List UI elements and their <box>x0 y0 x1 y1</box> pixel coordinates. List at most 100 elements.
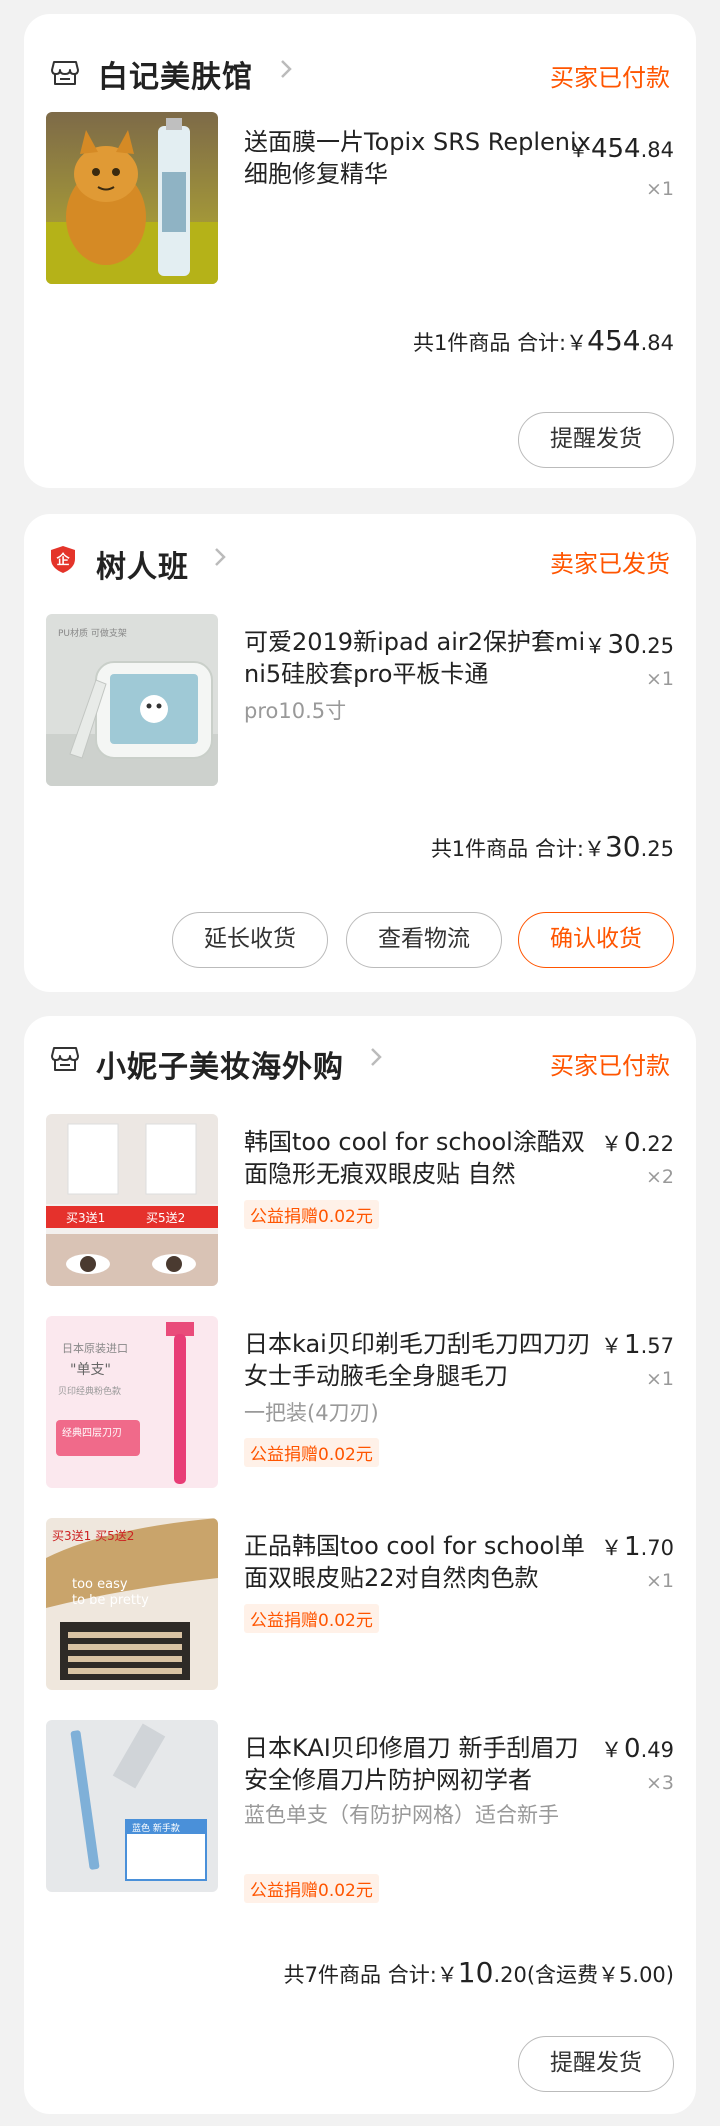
view-logistics-button[interactable]: 查看物流 <box>346 912 502 968</box>
price-integer: 454 <box>590 134 641 164</box>
svg-text:贝印经典粉色款: 贝印经典粉色款 <box>58 1385 121 1397</box>
product-quantity: ×2 <box>645 1166 674 1188</box>
product-title[interactable]: 韩国too cool for school涂酷双面隐形无痕双眼皮贴 自然 <box>244 1126 594 1190</box>
price-integer: 0 <box>624 1128 641 1158</box>
product-sku: pro10.5寸 <box>244 699 347 723</box>
price-decimal: .22 <box>640 1132 674 1156</box>
summary-count: 共1件商品 <box>430 837 529 861</box>
summary-decimal: .20 <box>493 1963 527 1987</box>
product-sku: 蓝色单支（有防护网格）适合新手 <box>244 1803 559 1827</box>
summary-count: 共7件商品 <box>283 1963 382 1987</box>
price-decimal: .70 <box>640 1536 674 1560</box>
price-integer: 1 <box>624 1532 641 1562</box>
currency-symbol: ￥ <box>601 1132 623 1156</box>
order-item[interactable]: 买3送1 买5送2 韩国too cool for school涂酷双面隐形无痕双… <box>24 1114 696 1294</box>
svg-text:经典四层刀刃: 经典四层刀刃 <box>62 1426 122 1439</box>
price-integer: 0 <box>624 1734 641 1764</box>
order-item[interactable]: 日本原装进口 "单支" 贝印经典粉色款 经典四层刀刃 日本kai贝印剃毛刀刮毛刀… <box>24 1316 696 1496</box>
currency-symbol: ￥ <box>566 331 588 355</box>
remind-ship-button[interactable]: 提醒发货 <box>518 2036 674 2092</box>
shop-header[interactable]: 白记美肤馆 买家已付款 <box>24 14 696 104</box>
order-summary: 共7件商品 合计:￥10.20(含运费￥5.00) <box>284 1956 674 1989</box>
remind-ship-button[interactable]: 提醒发货 <box>518 412 674 468</box>
shop-header[interactable]: 企 树人班 卖家已发货 <box>24 514 696 604</box>
svg-text:PU材质 可做支架: PU材质 可做支架 <box>58 627 127 639</box>
svg-text:too easy: too easy <box>72 1577 128 1592</box>
product-sku: 一把装(4刀刃) <box>244 1401 379 1425</box>
product-image[interactable]: 蓝色 新手款 <box>46 1720 218 1892</box>
product-quantity: ×1 <box>645 668 674 690</box>
product-price: ￥0.22 <box>601 1128 674 1158</box>
shop-name[interactable]: 小妮子美妆海外购 <box>96 1042 344 1086</box>
summary-integer: 454 <box>587 324 641 357</box>
product-price: ￥454.84 <box>568 134 674 164</box>
order-card[interactable]: 白记美肤馆 买家已付款 送面膜一片Topix SRS Replenix 细胞修复… <box>24 14 696 488</box>
product-price: ￥1.70 <box>601 1532 674 1562</box>
summary-label: 合计: <box>387 1963 437 1987</box>
summary-label: 合计: <box>517 331 567 355</box>
confirm-receipt-button[interactable]: 确认收货 <box>518 912 674 968</box>
shop-name[interactable]: 树人班 <box>96 542 189 586</box>
summary-integer: 10 <box>457 1956 494 1989</box>
product-quantity: ×3 <box>645 1772 674 1794</box>
product-title[interactable]: 送面膜一片Topix SRS Replenix 细胞修复精华 <box>244 126 594 190</box>
product-quantity: ×1 <box>645 178 674 200</box>
svg-text:买3送1: 买3送1 <box>66 1210 105 1225</box>
order-item[interactable]: 蓝色 新手款 日本KAI贝印修眉刀 新手刮眉刀安全修眉刀片防护网初学者 蓝色单支… <box>24 1720 696 1940</box>
product-image[interactable]: 买3送1 买5送2 too easy to be pretty <box>46 1518 218 1690</box>
order-summary: 共1件商品 合计:￥454.84 <box>413 324 674 357</box>
order-item[interactable]: PU材质 可做支架 可爱2019新ipad air2保护套mini5硅胶套pro… <box>24 614 696 794</box>
chevron-right-icon <box>215 548 226 566</box>
product-image[interactable]: 买3送1 买5送2 <box>46 1114 218 1286</box>
shop-name[interactable]: 白记美肤馆 <box>98 52 253 96</box>
svg-text:企: 企 <box>55 552 70 568</box>
price-decimal: .25 <box>640 634 674 658</box>
order-status: 卖家已发货 <box>550 550 670 578</box>
svg-text:"单支": "单支" <box>70 1362 111 1378</box>
price-integer: 30 <box>607 630 641 660</box>
enterprise-badge-icon: 企 <box>51 546 75 573</box>
order-card[interactable]: 小妮子美妆海外购 买家已付款 买3送1 买5送2 韩国too cool for … <box>24 1016 696 2114</box>
order-status: 买家已付款 <box>550 1052 670 1080</box>
currency-symbol: ￥ <box>601 1738 623 1762</box>
chevron-right-icon <box>371 1048 382 1066</box>
shop-header[interactable]: 小妮子美妆海外购 买家已付款 <box>24 1016 696 1106</box>
currency-symbol: ￥ <box>436 1963 458 1987</box>
product-image[interactable]: PU材质 可做支架 <box>46 614 218 786</box>
price-decimal: .84 <box>640 138 674 162</box>
order-item[interactable]: 送面膜一片Topix SRS Replenix 细胞修复精华 ￥454.84 ×… <box>24 112 696 292</box>
product-title[interactable]: 可爱2019新ipad air2保护套mini5硅胶套pro平板卡通 <box>244 626 594 690</box>
price-decimal: .49 <box>640 1738 674 1762</box>
product-quantity: ×1 <box>645 1570 674 1592</box>
charity-badge: 公益捐赠0.02元 <box>244 1438 379 1467</box>
store-icon <box>51 1047 79 1071</box>
product-title[interactable]: 日本KAI贝印修眉刀 新手刮眉刀安全修眉刀片防护网初学者 <box>244 1732 594 1796</box>
product-quantity: ×1 <box>645 1368 674 1390</box>
svg-text:买5送2: 买5送2 <box>146 1210 185 1225</box>
price-integer: 1 <box>624 1330 641 1360</box>
summary-shipping: (含运费￥5.00) <box>526 1963 674 1987</box>
charity-badge: 公益捐赠0.02元 <box>244 1604 379 1633</box>
price-decimal: .57 <box>640 1334 674 1358</box>
order-item[interactable]: 买3送1 买5送2 too easy to be pretty 正品韩国too … <box>24 1518 696 1698</box>
order-card[interactable]: 企 树人班 卖家已发货 PU材质 可做支架 可爱2019新ipad air2保护… <box>24 514 696 992</box>
chevron-right-icon <box>281 60 292 78</box>
summary-label: 合计: <box>534 837 584 861</box>
currency-symbol: ￥ <box>584 634 606 658</box>
order-status: 买家已付款 <box>550 64 670 92</box>
charity-badge: 公益捐赠0.02元 <box>244 1200 379 1229</box>
product-title[interactable]: 正品韩国too cool for school单面双眼皮贴22对自然肉色款 <box>244 1530 594 1594</box>
charity-badge: 公益捐赠0.02元 <box>244 1874 379 1903</box>
product-price: ￥0.49 <box>601 1734 674 1764</box>
summary-integer: 30 <box>604 830 641 863</box>
svg-text:日本原装进口: 日本原装进口 <box>62 1341 128 1355</box>
svg-text:买3送1 买5送2: 买3送1 买5送2 <box>52 1528 134 1543</box>
extend-receipt-button[interactable]: 延长收货 <box>172 912 328 968</box>
summary-decimal: .84 <box>640 331 674 355</box>
svg-text:to be pretty: to be pretty <box>72 1593 149 1608</box>
product-title[interactable]: 日本kai贝印剃毛刀刮毛刀四刀刃女士手动腋毛全身腿毛刀 <box>244 1328 594 1392</box>
currency-symbol: ￥ <box>583 837 605 861</box>
currency-symbol: ￥ <box>601 1334 623 1358</box>
product-image[interactable]: 日本原装进口 "单支" 贝印经典粉色款 经典四层刀刃 <box>46 1316 218 1488</box>
product-image[interactable] <box>46 112 218 284</box>
